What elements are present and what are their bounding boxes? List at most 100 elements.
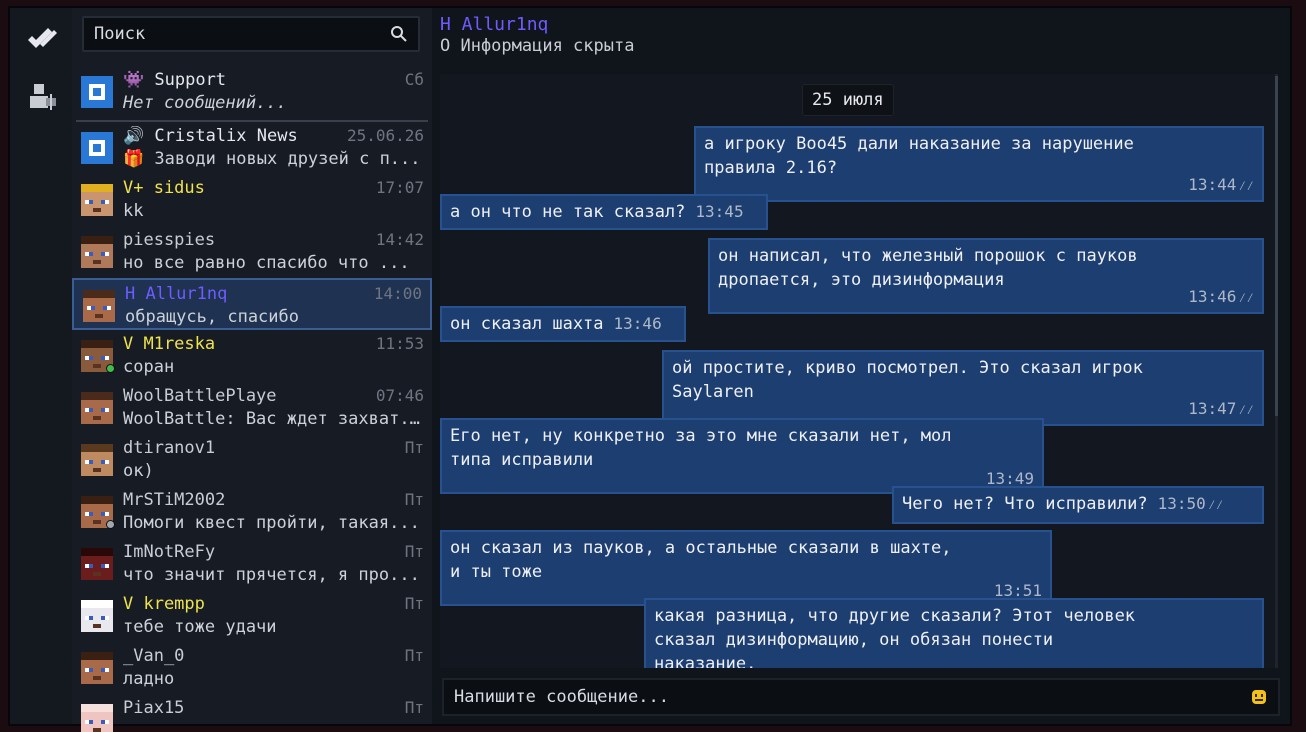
outgoing-message[interactable]: ой простите, криво посмотрел. Это сказал…: [662, 350, 1264, 426]
messenger-window: 👾 Support Сб Нет сообщений... 🔊 Cristalix N…: [8, 6, 1292, 732]
message-text: дропается, это дизинформация: [718, 270, 1005, 290]
chat-name: 🔊 Cristalix News: [123, 126, 298, 146]
add-friend-icon[interactable]: [26, 82, 58, 110]
chat-list-item[interactable]: V M1reska 11:53 соран: [72, 330, 432, 382]
chat-time: 11:53: [375, 334, 424, 353]
message-text: Чего нет? Что исправили?: [902, 494, 1148, 514]
chat-name: _Van_0: [123, 646, 185, 666]
chat-preview: соран: [123, 357, 175, 377]
emoji-icon[interactable]: [1250, 688, 1268, 706]
avatar: [81, 704, 113, 732]
message-text: Его нет, ну конкретно за это мне сказали…: [450, 426, 952, 446]
conversation-pane: H Allur1nq О Информация скрыта 25 июля а…: [432, 8, 1290, 724]
message-meta: 13:44 ⁄⁄: [1188, 173, 1254, 199]
read-check-icon: ⁄⁄: [1207, 498, 1224, 513]
chat-list-item[interactable]: dtiranov1 Пт ок): [72, 434, 432, 486]
nav-rail: [10, 8, 72, 724]
chat-preview: что значит прячется, я про...: [123, 565, 420, 585]
chat-time: Пт: [404, 594, 424, 613]
outgoing-message[interactable]: он написал, что железный порошок с пауко…: [708, 238, 1264, 314]
chat-list-item[interactable]: V krempp Пт тебе тоже удачи: [72, 590, 432, 642]
read-check-icon: ⁄⁄: [1238, 403, 1254, 418]
chat-list-item[interactable]: 🔊 Cristalix News 25.06.26 🎁 Заводи новых д…: [72, 122, 432, 174]
read-check-icon: ⁄⁄: [1238, 291, 1254, 306]
chat-preview: WoolBattle: Вас ждет захват...: [123, 409, 423, 429]
chat-preview: 🎁 Заводи новых друзей с п...: [123, 149, 421, 169]
message-text: он сказал из пауков, а остальные сказали…: [450, 538, 952, 558]
chat-preview: Помоги квест пройти, такая...: [123, 513, 420, 533]
message-time: 13:44: [1188, 175, 1237, 194]
incoming-message[interactable]: а он что не так сказал? 13:45: [440, 194, 768, 230]
contact-name[interactable]: H Allur1nq: [440, 14, 548, 35]
message-time: 13:50: [1157, 494, 1206, 513]
chat-name: H Allur1nq: [125, 284, 228, 304]
chat-preview: ладно: [123, 669, 175, 689]
chat-time: 14:42: [375, 230, 424, 249]
message-time: 13:47: [1188, 399, 1237, 418]
outgoing-message[interactable]: какая разница, что другие сказали? Этот …: [644, 598, 1264, 668]
message-time: 13:46: [1188, 287, 1237, 306]
read-check-icon: ⁄⁄: [1238, 179, 1254, 194]
chat-name: V+ sidus: [123, 178, 205, 198]
message-text: сказал дизинформацию, он обязан понести: [654, 630, 1054, 650]
search-icon[interactable]: [390, 25, 408, 43]
avatar: [81, 236, 113, 268]
avatar: [81, 600, 113, 632]
chat-time: 14:00: [373, 284, 422, 303]
app-logo-icon: [28, 28, 57, 48]
chat-time: Пт: [404, 646, 424, 665]
message-area[interactable]: 25 июля а игроку Boo45 дали наказание за…: [440, 74, 1278, 668]
message-meta: 13:46: [614, 314, 662, 334]
outgoing-message[interactable]: Чего нет? Что исправили? 13:50 ⁄⁄: [892, 486, 1264, 524]
chat-list-item[interactable]: 👾 Support Сб Нет сообщений...: [72, 66, 432, 122]
chat-preview: но все равно спасибо что ...: [123, 253, 410, 273]
chat-list-item[interactable]: ImNotReFy Пт что значит прячется, я про...: [72, 538, 432, 590]
search-box: [82, 16, 420, 52]
incoming-message[interactable]: он сказал шахта 13:46: [440, 306, 686, 342]
contact-status: О Информация скрыта: [440, 36, 635, 56]
chat-name: V M1reska: [123, 334, 216, 354]
incoming-message[interactable]: он сказал из пауков, а остальные сказали…: [440, 530, 1052, 606]
chat-list-item[interactable]: piesspies 14:42 но все равно спасибо что .…: [72, 226, 432, 278]
chat-time: Пт: [404, 490, 424, 509]
chat-time: 25.06.26: [346, 126, 424, 145]
chat-list-item[interactable]: MrSTiM2002 Пт Помоги квест пройти, такая..…: [72, 486, 432, 538]
message-text: какая разница, что другие сказали? Этот …: [654, 606, 1136, 626]
incoming-message[interactable]: Его нет, ну конкретно за это мне сказали…: [440, 418, 1044, 494]
chat-list-item[interactable]: V+ sidus 17:07 kk: [72, 174, 432, 226]
avatar: [81, 548, 113, 580]
message-composer: [442, 678, 1280, 716]
chat-time: Сб: [404, 70, 424, 89]
chat-list-item[interactable]: _Van_0 Пт ладно: [72, 642, 432, 694]
date-separator: 25 июля: [802, 84, 894, 116]
news-avatar: [81, 132, 113, 164]
chat-time: Пт: [404, 438, 424, 457]
search-input[interactable]: [94, 24, 390, 44]
message-text: он сказал шахта: [450, 314, 604, 334]
chat-list-item[interactable]: Piax15 Пт: [72, 694, 432, 732]
chat-name: ImNotReFy: [123, 542, 216, 562]
outgoing-message[interactable]: а игроку Boo45 дали наказание за нарушен…: [694, 126, 1264, 202]
message-text: Saylaren: [672, 382, 754, 402]
message-text: типа исправили: [450, 450, 594, 470]
message-text: ой простите, криво посмотрел. Это сказал…: [672, 358, 1143, 378]
message-input[interactable]: [454, 687, 1250, 707]
online-indicator: [106, 364, 115, 373]
avatar: [83, 290, 115, 322]
chat-time: 17:07: [375, 178, 424, 197]
chat-name: 👾 Support: [123, 70, 227, 90]
scrollbar-thumb[interactable]: [1275, 76, 1278, 416]
message-text: а он что не так сказал?: [450, 202, 686, 222]
chat-list-item[interactable]: H Allur1nq 14:00 обращусь, спасибо: [72, 278, 432, 330]
online-indicator: [106, 520, 115, 529]
message-meta: 13:46 ⁄⁄: [1188, 285, 1254, 311]
message-text: наказание.: [654, 654, 757, 668]
message-text: и ты тоже: [450, 562, 543, 582]
chat-preview: Нет сообщений...: [123, 93, 287, 113]
message-meta: 13:47 ⁄⁄: [1188, 397, 1254, 423]
chat-name: dtiranov1: [123, 438, 216, 458]
message-meta: 13:50 ⁄⁄: [1158, 494, 1224, 514]
chat-name: piesspies: [123, 230, 216, 250]
chat-list-item[interactable]: WoolBattlePlaye 07:46 WoolBattle: Вас ждет…: [72, 382, 432, 434]
avatar: [81, 652, 113, 684]
